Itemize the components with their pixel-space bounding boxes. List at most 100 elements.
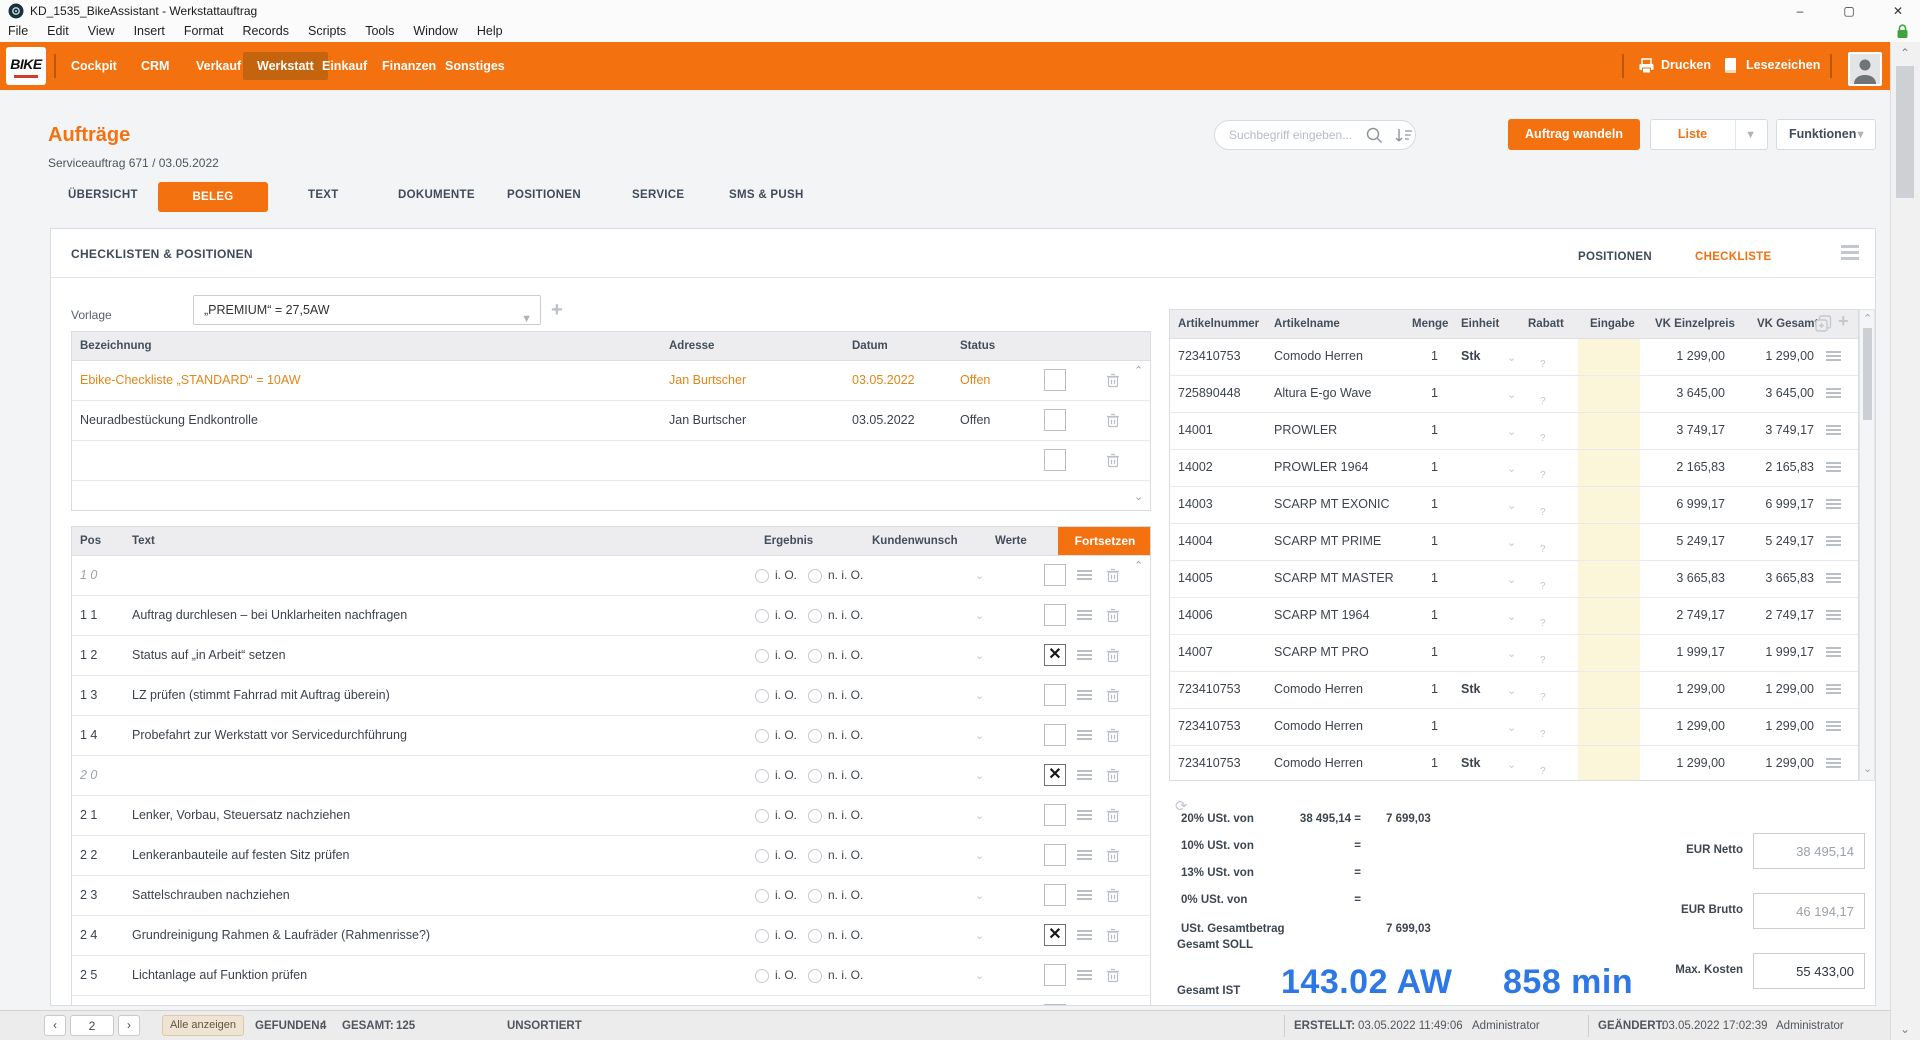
scroll-up-icon[interactable]: ⌃ — [1134, 364, 1143, 377]
checklist-checkbox[interactable] — [1044, 409, 1066, 431]
werte-checkbox[interactable] — [1044, 804, 1066, 826]
row-menu-icon[interactable] — [1826, 498, 1841, 510]
radio-ok[interactable] — [755, 729, 769, 743]
column-header[interactable]: Eingabe — [1590, 310, 1635, 338]
werte-checkbox[interactable] — [1044, 884, 1066, 906]
checklist-item-row[interactable]: 1 4Probefahrt zur Werkstatt vor Serviced… — [72, 715, 1150, 756]
continue-button[interactable]: Fortsetzen — [1058, 527, 1151, 555]
chevron-down-icon[interactable]: ⌄ — [1507, 610, 1516, 623]
werte-checkbox[interactable] — [1044, 684, 1066, 706]
tab-text[interactable]: TEXT — [308, 189, 339, 201]
werte-checkbox[interactable] — [1044, 604, 1066, 626]
trash-icon[interactable] — [1106, 968, 1120, 983]
prev-page-button[interactable]: ‹ — [44, 1015, 66, 1036]
chevron-down-icon[interactable]: ⌄ — [1507, 351, 1516, 364]
radio-nok[interactable] — [808, 769, 822, 783]
trash-icon[interactable] — [1106, 568, 1120, 583]
checklist-item-row[interactable]: 2 3Sattelschrauben nachzieheni. O.n. i. … — [72, 875, 1150, 916]
tab-service[interactable]: SERVICE — [632, 189, 684, 201]
window-scrollbar[interactable]: ⌃ ⌄ — [1890, 42, 1920, 1040]
checklist-checkbox[interactable] — [1044, 449, 1066, 471]
column-header[interactable]: Rabatt — [1528, 310, 1564, 338]
position-row[interactable]: 723410753Comodo Herren1Stk⌄?1 299,001 29… — [1170, 671, 1858, 709]
radio-ok[interactable] — [755, 889, 769, 903]
row-menu-icon[interactable] — [1077, 889, 1092, 901]
checklist-item-row[interactable]: 1 2Status auf „in Arbeit“ setzeni. O.n. … — [72, 635, 1150, 676]
show-all-button[interactable]: Alle anzeigen — [162, 1015, 244, 1036]
radio-nok[interactable] — [808, 689, 822, 703]
column-header[interactable]: Pos — [80, 527, 101, 555]
vorlage-select[interactable]: „PREMIUM“ = 27,5AW ▼ — [193, 295, 541, 325]
chevron-down-icon[interactable]: ⌄ — [975, 729, 984, 742]
nav-item-cockpit[interactable]: Cockpit — [71, 42, 117, 90]
chevron-down-icon[interactable]: ⌄ — [1507, 684, 1516, 697]
chevron-down-icon[interactable]: ⌄ — [975, 849, 984, 862]
row-menu-icon[interactable] — [1077, 809, 1092, 821]
close-button[interactable]: ✕ — [1881, 0, 1915, 22]
row-menu-icon[interactable] — [1826, 646, 1841, 658]
chevron-down-icon[interactable]: ⌄ — [1507, 721, 1516, 734]
row-menu-icon[interactable] — [1826, 683, 1841, 695]
werte-checkbox[interactable]: ✕ — [1044, 924, 1066, 946]
tab-sms-push[interactable]: SMS & PUSH — [729, 189, 804, 201]
werte-checkbox[interactable]: ✕ — [1044, 644, 1066, 666]
scroll-down-icon[interactable]: ⌄ — [1134, 490, 1143, 503]
menu-item-view[interactable]: View — [88, 24, 115, 38]
scroll-down-icon[interactable]: ⌄ — [1863, 762, 1872, 775]
position-row[interactable]: 725890448Altura E-go Wave1⌄?3 645,003 64… — [1170, 375, 1858, 413]
radio-nok[interactable] — [808, 729, 822, 743]
row-menu-icon[interactable] — [1826, 350, 1841, 362]
checklist-item-row[interactable]: 2 6Speichenspannung und Schlag prüfeni. … — [72, 995, 1150, 1006]
nav-item-werkstatt[interactable]: Werkstatt — [243, 52, 328, 80]
column-header[interactable]: Datum — [852, 332, 888, 360]
position-row[interactable]: 14007SCARP MT PRO1⌄?1 999,171 999,17 — [1170, 634, 1858, 672]
list-button[interactable]: Liste ▼ — [1650, 119, 1768, 150]
radio-nok[interactable] — [808, 929, 822, 943]
row-menu-icon[interactable] — [1077, 569, 1092, 581]
position-row[interactable]: 14002PROWLER 19641⌄?2 165,832 165,83 — [1170, 449, 1858, 487]
checklist-item-row[interactable]: 2 1Lenker, Vorbau, Steuersatz nachziehen… — [72, 795, 1150, 836]
search-input[interactable] — [1214, 120, 1416, 150]
radio-ok[interactable] — [755, 969, 769, 983]
chevron-down-icon[interactable]: ⌄ — [1507, 499, 1516, 512]
chevron-down-icon[interactable]: ⌄ — [1507, 647, 1516, 660]
row-menu-icon[interactable] — [1077, 649, 1092, 661]
trash-icon[interactable] — [1106, 648, 1120, 663]
view-toggle-checkliste[interactable]: CHECKLISTE — [1695, 251, 1771, 263]
maximize-button[interactable]: ▢ — [1832, 0, 1866, 22]
scroll-up-icon[interactable]: ⌃ — [1900, 46, 1910, 60]
checklist-checkbox[interactable] — [1044, 369, 1066, 391]
tab-dokumente[interactable]: DOKUMENTE — [398, 189, 475, 201]
position-row[interactable]: 14006SCARP MT 19641⌄?2 749,172 749,17 — [1170, 597, 1858, 635]
scroll-up-icon[interactable]: ⌃ — [1863, 312, 1872, 325]
radio-nok[interactable] — [808, 889, 822, 903]
checklist-item-row[interactable]: 1 3LZ prüfen (stimmt Fahrrad mit Auftrag… — [72, 675, 1150, 716]
position-row[interactable]: 14001PROWLER1⌄?3 749,173 749,17 — [1170, 412, 1858, 450]
trash-icon[interactable] — [1106, 928, 1120, 943]
chevron-down-icon[interactable]: ⌄ — [1507, 536, 1516, 549]
nav-item-verkauf[interactable]: Verkauf — [196, 42, 241, 90]
max-kosten-field[interactable] — [1753, 953, 1865, 989]
checklist-item-row[interactable]: 2 4Grundreinigung Rahmen & Laufräder (Ra… — [72, 915, 1150, 956]
row-menu-icon[interactable] — [1826, 757, 1841, 769]
checklist-item-row[interactable]: 2 2Lenkeranbauteile auf festen Sitz prüf… — [72, 835, 1150, 876]
chevron-down-icon[interactable]: ⌄ — [975, 929, 984, 942]
werte-checkbox[interactable] — [1044, 724, 1066, 746]
radio-nok[interactable] — [808, 809, 822, 823]
scrollbar-thumb[interactable] — [1863, 328, 1872, 420]
column-header[interactable]: Artikelname — [1274, 310, 1340, 338]
duplicate-position-icon[interactable] — [1815, 315, 1832, 332]
row-menu-icon[interactable] — [1826, 535, 1841, 547]
position-row[interactable]: 723410753Comodo Herren1Stk⌄?1 299,001 29… — [1170, 338, 1858, 376]
print-button[interactable]: Drucken — [1661, 58, 1711, 72]
radio-ok[interactable] — [755, 809, 769, 823]
menu-item-records[interactable]: Records — [242, 24, 289, 38]
row-menu-icon[interactable] — [1077, 849, 1092, 861]
radio-nok[interactable] — [808, 609, 822, 623]
row-menu-icon[interactable] — [1077, 969, 1092, 981]
column-header[interactable]: Einheit — [1461, 310, 1499, 338]
column-header[interactable]: Ergebnis — [764, 527, 813, 555]
chevron-down-icon[interactable]: ⌄ — [1507, 462, 1516, 475]
chevron-down-icon[interactable]: ⌄ — [975, 889, 984, 902]
checklist-item-row[interactable]: 1 0i. O.n. i. O.⌄ — [72, 555, 1150, 596]
